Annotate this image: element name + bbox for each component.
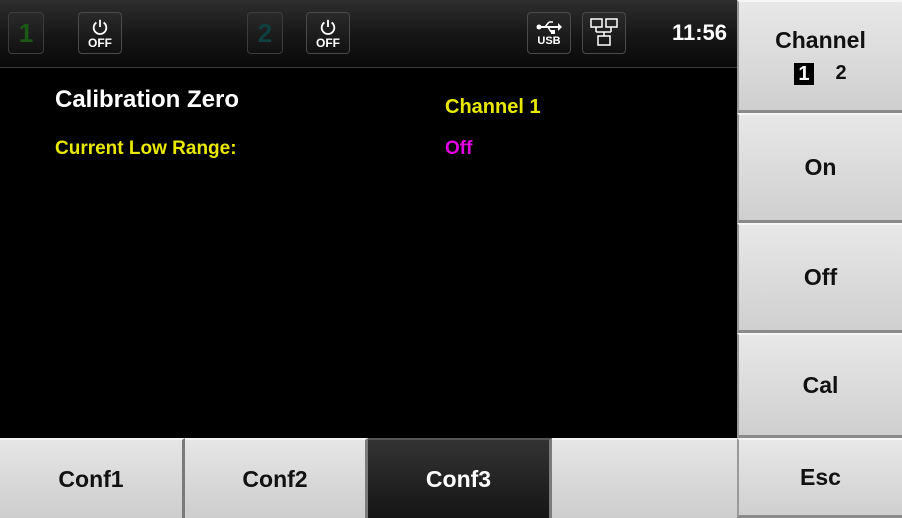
conf2-button[interactable]: Conf2 bbox=[185, 438, 368, 518]
power-icon bbox=[92, 19, 108, 35]
channel-label: Channel 1 bbox=[445, 96, 541, 118]
channel1-power-status: OFF bbox=[78, 12, 122, 54]
cal-softkey[interactable]: Cal bbox=[737, 333, 902, 438]
clock: 11:56 bbox=[671, 20, 727, 45]
power-icon bbox=[320, 19, 336, 35]
channel2-power-text: OFF bbox=[316, 35, 340, 50]
channel-softkey-title: Channel bbox=[775, 27, 866, 53]
main-screen: 1 OFF 2 OFF USB 11:56 Calibration Zero C… bbox=[0, 0, 737, 438]
network-status bbox=[582, 12, 626, 54]
channel2-indicator: 2 bbox=[247, 12, 283, 54]
channel2-number: 2 bbox=[257, 17, 273, 48]
channel-option-1: 1 bbox=[794, 62, 814, 85]
on-softkey[interactable]: On bbox=[737, 113, 902, 223]
off-softkey[interactable]: Off bbox=[737, 223, 902, 333]
usb-icon bbox=[536, 20, 562, 34]
channel1-indicator: 1 bbox=[8, 12, 44, 54]
usb-label: USB bbox=[537, 34, 561, 47]
bottom-menu: Conf1 Conf2 Conf3 bbox=[0, 438, 737, 518]
network-icon bbox=[590, 18, 618, 46]
page-title: Calibration Zero bbox=[55, 86, 240, 113]
current-low-range-value: Off bbox=[445, 138, 473, 159]
conf3-button[interactable]: Conf3 bbox=[368, 438, 552, 518]
channel-option-2: 2 bbox=[835, 62, 847, 84]
channel1-number: 1 bbox=[18, 17, 34, 48]
esc-softkey[interactable]: Esc bbox=[737, 438, 902, 518]
status-bar: 1 OFF 2 OFF USB 11:56 bbox=[0, 0, 737, 68]
channel-softkey[interactable]: Channel 1 2 bbox=[737, 0, 902, 113]
softkey-panel: Channel 1 2 On Off Cal Esc bbox=[737, 0, 902, 518]
conf1-button[interactable]: Conf1 bbox=[0, 438, 185, 518]
channel-selector: 1 2 bbox=[794, 62, 847, 85]
usb-status: USB bbox=[527, 12, 571, 54]
channel1-power-text: OFF bbox=[88, 35, 112, 50]
empty-menu-button[interactable] bbox=[552, 438, 737, 518]
channel2-power-status: OFF bbox=[306, 12, 350, 54]
current-low-range-label: Current Low Range: bbox=[55, 138, 237, 159]
